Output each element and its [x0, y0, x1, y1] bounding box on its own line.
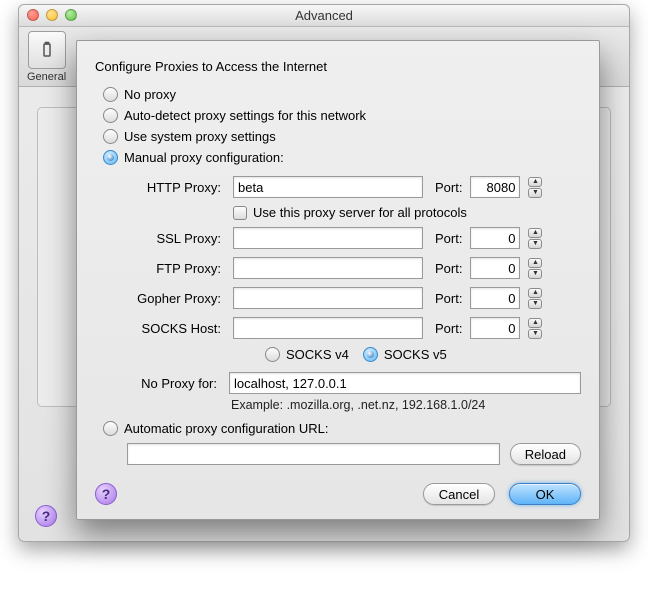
no-proxy-for-input[interactable] [229, 372, 581, 394]
port-label: Port: [429, 231, 464, 246]
port-label: Port: [429, 291, 464, 306]
ftp-port-input[interactable] [470, 257, 520, 279]
chevron-up-icon[interactable]: ▲ [528, 318, 542, 328]
radio-icon [103, 150, 118, 165]
radio-icon [103, 129, 118, 144]
ok-button[interactable]: OK [509, 483, 581, 505]
option-use-system[interactable]: Use system proxy settings [95, 126, 581, 147]
http-port-input[interactable] [470, 176, 520, 198]
chevron-up-icon[interactable]: ▲ [528, 177, 542, 187]
toolbar-general-button[interactable]: General [27, 31, 66, 83]
http-proxy-label: HTTP Proxy: [127, 180, 227, 195]
socks-v5-option[interactable]: SOCKS v5 [363, 347, 447, 362]
bg-titlebar: Advanced [19, 5, 629, 27]
chevron-up-icon[interactable]: ▲ [528, 228, 542, 238]
socks-v4-label: SOCKS v4 [286, 347, 349, 362]
radio-icon [103, 421, 118, 436]
sheet-heading: Configure Proxies to Access the Internet [95, 59, 581, 74]
option-auto-url[interactable]: Automatic proxy configuration URL: [95, 418, 581, 439]
help-icon[interactable]: ? [95, 483, 117, 505]
ssl-proxy-input[interactable] [233, 227, 423, 249]
radio-icon [265, 347, 280, 362]
chevron-up-icon[interactable]: ▲ [528, 258, 542, 268]
share-proxy-checkbox-row[interactable]: Use this proxy server for all protocols [127, 202, 581, 223]
port-label: Port: [429, 321, 464, 336]
option-use-system-label: Use system proxy settings [124, 129, 276, 144]
close-icon[interactable] [27, 9, 39, 21]
chevron-up-icon[interactable]: ▲ [528, 288, 542, 298]
reload-button[interactable]: Reload [510, 443, 581, 465]
chevron-down-icon[interactable]: ▼ [528, 299, 542, 309]
ftp-proxy-row: FTP Proxy: Port: ▲ ▼ [127, 253, 581, 283]
gopher-proxy-label: Gopher Proxy: [127, 291, 227, 306]
toolbar-general-label: General [27, 71, 66, 83]
gopher-proxy-input[interactable] [233, 287, 423, 309]
option-auto-detect[interactable]: Auto-detect proxy settings for this netw… [95, 105, 581, 126]
radio-icon [103, 87, 118, 102]
cancel-button[interactable]: Cancel [423, 483, 495, 505]
ftp-proxy-label: FTP Proxy: [127, 261, 227, 276]
option-auto-detect-label: Auto-detect proxy settings for this netw… [124, 108, 366, 123]
port-label: Port: [429, 180, 464, 195]
ssl-port-stepper[interactable]: ▲ ▼ [528, 228, 542, 249]
minimize-icon[interactable] [46, 9, 58, 21]
option-auto-url-label: Automatic proxy configuration URL: [124, 421, 328, 436]
help-icon[interactable]: ? [35, 505, 57, 527]
socks-port-input[interactable] [470, 317, 520, 339]
sheet-footer: ? Cancel OK [95, 475, 581, 505]
option-manual-label: Manual proxy configuration: [124, 150, 284, 165]
http-proxy-row: HTTP Proxy: Port: ▲ ▼ [127, 172, 581, 202]
no-proxy-for-example: Example: .mozilla.org, .net.nz, 192.168.… [95, 394, 581, 418]
chevron-down-icon[interactable]: ▼ [528, 188, 542, 198]
ftp-port-stepper[interactable]: ▲ ▼ [528, 258, 542, 279]
socks-host-input[interactable] [233, 317, 423, 339]
radio-icon [103, 108, 118, 123]
option-no-proxy-label: No proxy [124, 87, 176, 102]
port-label: Port: [429, 261, 464, 276]
option-no-proxy[interactable]: No proxy [95, 84, 581, 105]
proxy-settings-sheet: Configure Proxies to Access the Internet… [76, 40, 600, 520]
auto-url-input[interactable] [127, 443, 500, 465]
socks-host-label: SOCKS Host: [127, 321, 227, 336]
http-port-stepper[interactable]: ▲ ▼ [528, 177, 542, 198]
bg-window-title: Advanced [295, 8, 353, 23]
socks-v4-option[interactable]: SOCKS v4 [265, 347, 349, 362]
zoom-icon[interactable] [65, 9, 77, 21]
socks-port-stepper[interactable]: ▲ ▼ [528, 318, 542, 339]
gopher-proxy-row: Gopher Proxy: Port: ▲ ▼ [127, 283, 581, 313]
socks-host-row: SOCKS Host: Port: ▲ ▼ [127, 313, 581, 343]
http-proxy-input[interactable] [233, 176, 423, 198]
chevron-down-icon[interactable]: ▼ [528, 329, 542, 339]
socks-version-row: SOCKS v4 SOCKS v5 [127, 343, 581, 366]
radio-icon [363, 347, 378, 362]
chevron-down-icon[interactable]: ▼ [528, 269, 542, 279]
auto-url-row: Reload [95, 439, 581, 475]
ssl-port-input[interactable] [470, 227, 520, 249]
option-manual[interactable]: Manual proxy configuration: [95, 147, 581, 168]
checkbox-icon [233, 206, 247, 220]
manual-proxy-form: HTTP Proxy: Port: ▲ ▼ Use this proxy ser… [95, 172, 581, 366]
gopher-port-stepper[interactable]: ▲ ▼ [528, 288, 542, 309]
gopher-port-input[interactable] [470, 287, 520, 309]
socks-v5-label: SOCKS v5 [384, 347, 447, 362]
share-proxy-label: Use this proxy server for all protocols [253, 205, 467, 220]
no-proxy-for-label: No Proxy for: [95, 376, 223, 391]
ftp-proxy-input[interactable] [233, 257, 423, 279]
gear-icon [28, 31, 66, 69]
window-controls [27, 9, 77, 21]
chevron-down-icon[interactable]: ▼ [528, 239, 542, 249]
ssl-proxy-label: SSL Proxy: [127, 231, 227, 246]
ssl-proxy-row: SSL Proxy: Port: ▲ ▼ [127, 223, 581, 253]
no-proxy-for-row: No Proxy for: [95, 366, 581, 394]
